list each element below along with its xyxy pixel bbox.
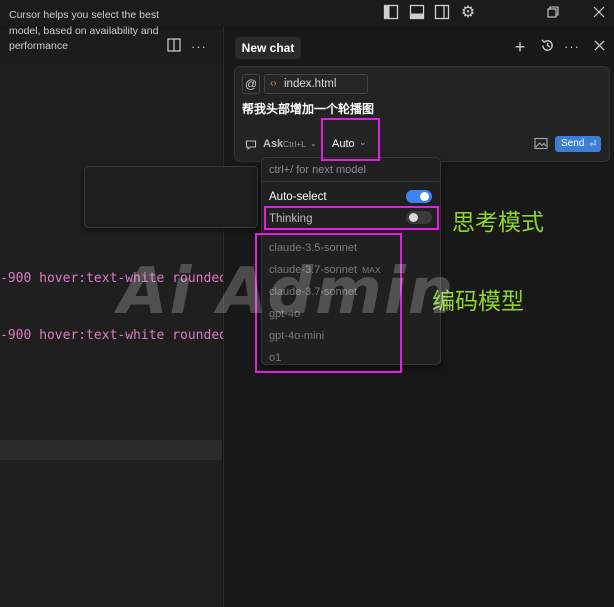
dropdown-divider bbox=[261, 181, 439, 182]
html-file-icon: ‹› bbox=[270, 78, 277, 89]
auto-select-toggle[interactable] bbox=[406, 190, 432, 203]
mode-label: Ask bbox=[263, 138, 284, 150]
chat-bubble-icon bbox=[245, 138, 257, 156]
send-button-label: Send bbox=[561, 138, 585, 149]
close-window-icon[interactable] bbox=[590, 4, 608, 22]
context-file-chip[interactable]: ‹› index.html bbox=[264, 74, 368, 94]
toggle-panel-icon[interactable] bbox=[408, 4, 426, 22]
send-button[interactable]: Send ⏎ bbox=[555, 136, 601, 152]
enter-key-icon: ⏎ bbox=[589, 139, 597, 149]
tab-new-chat[interactable]: New chat bbox=[235, 37, 301, 59]
watermark: Ai Admin bbox=[118, 255, 456, 329]
tab-label: New chat bbox=[241, 41, 295, 55]
plus-icon[interactable]: + bbox=[511, 38, 529, 56]
mode-shortcut-hint: Ctrl+L bbox=[283, 139, 306, 149]
code-line[interactable]: -900 hover:text-white rounded bbox=[0, 328, 227, 343]
settings-gear-icon[interactable]: ⚙ bbox=[459, 4, 477, 22]
annotation-thinking-mode: 思考模式 bbox=[452, 210, 544, 236]
restore-window-icon[interactable] bbox=[544, 4, 562, 22]
next-model-hint: ctrl+/ for next model bbox=[269, 164, 366, 176]
editor-current-line-highlight bbox=[0, 440, 222, 460]
highlight-box-model-selector bbox=[321, 118, 380, 161]
editor-more-icon[interactable]: ··· bbox=[190, 38, 208, 56]
file-chip-label: index.html bbox=[284, 78, 337, 90]
model-tooltip bbox=[84, 166, 258, 228]
history-icon[interactable] bbox=[538, 38, 556, 56]
close-icon[interactable] bbox=[590, 38, 608, 56]
mode-selector[interactable]: Ask Ctrl+L ⌄ bbox=[243, 136, 317, 152]
image-upload-icon[interactable] bbox=[534, 137, 548, 155]
toggle-knob bbox=[420, 192, 429, 201]
more-icon[interactable]: ··· bbox=[563, 38, 581, 56]
auto-select-label: Auto-select bbox=[269, 191, 327, 203]
add-context-button[interactable]: @ bbox=[242, 74, 260, 94]
toggle-secondary-sidebar-icon[interactable] bbox=[433, 4, 451, 22]
tooltip-text: Cursor helps you select the best model, … bbox=[9, 9, 159, 52]
chevron-down-icon: ⌄ bbox=[310, 139, 317, 148]
highlight-box-thinking bbox=[264, 206, 439, 230]
toggle-primary-sidebar-icon[interactable] bbox=[382, 4, 400, 22]
prompt-input[interactable]: 帮我头部增加一个轮播图 bbox=[242, 100, 374, 117]
